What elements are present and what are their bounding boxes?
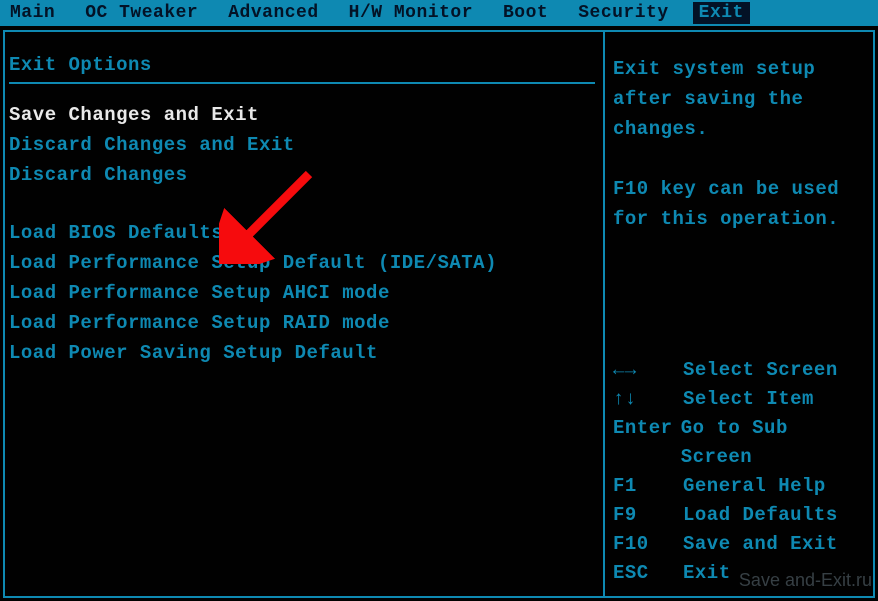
key-f10: F10 Save and Exit [613,530,865,559]
tab-exit[interactable]: Exit [693,2,750,24]
help-text-line: changes. [613,114,865,144]
tab-security[interactable]: Security [572,2,674,24]
menu-discard-changes[interactable]: Discard Changes [9,160,595,190]
help-text-line: F10 key can be used [613,174,865,204]
key-f1: F1 General Help [613,472,865,501]
key-select-screen: ←→ Select Screen [613,356,865,385]
help-text-line [613,144,865,174]
key-label: F10 [613,530,683,559]
help-text-line: Exit system setup [613,54,865,84]
exit-options-pane: Exit Options Save Changes and Exit Disca… [5,32,603,596]
key-desc: General Help [683,472,826,501]
key-enter: Enter Go to Sub Screen [613,414,865,472]
key-desc: Go to Sub Screen [681,414,865,472]
tab-oc-tweaker[interactable]: OC Tweaker [79,2,204,24]
key-desc: Load Defaults [683,501,838,530]
key-help: ←→ Select Screen ↑↓ Select Item Enter Go… [613,350,865,588]
tab-boot[interactable]: Boot [497,2,554,24]
section-title: Exit Options [9,54,595,76]
menu-load-perf-default-ide-sata[interactable]: Load Performance Setup Default (IDE/SATA… [9,248,595,278]
menu-load-perf-raid[interactable]: Load Performance Setup RAID mode [9,308,595,338]
spacer [9,190,595,218]
tab-hw-monitor[interactable]: H/W Monitor [343,2,479,24]
key-label: F1 [613,472,683,501]
menu-load-perf-ahci[interactable]: Load Performance Setup AHCI mode [9,278,595,308]
tab-advanced[interactable]: Advanced [222,2,324,24]
menu-load-power-saving[interactable]: Load Power Saving Setup Default [9,338,595,368]
help-pane: Exit system setup after saving the chang… [603,32,873,596]
divider [9,82,595,84]
menu-discard-changes-exit[interactable]: Discard Changes and Exit [9,130,595,160]
key-label: Enter [613,414,681,472]
key-label: ESC [613,559,683,588]
help-text-line: after saving the [613,84,865,114]
key-desc: Select Screen [683,356,838,385]
key-desc: Select Item [683,385,814,414]
help-text-line: for this operation. [613,204,865,234]
key-esc: ESC Exit [613,559,865,588]
key-f9: F9 Load Defaults [613,501,865,530]
menu-load-bios-defaults[interactable]: Load BIOS Defaults [9,218,595,248]
tab-main[interactable]: Main [4,2,61,24]
tab-bar: Main OC Tweaker Advanced H/W Monitor Boo… [0,0,878,26]
key-label: ←→ [613,356,683,385]
menu-save-changes-exit[interactable]: Save Changes and Exit [9,100,595,130]
key-label: ↑↓ [613,385,683,414]
key-desc: Exit [683,559,731,588]
bios-frame: Exit Options Save Changes and Exit Disca… [3,30,875,598]
key-label: F9 [613,501,683,530]
key-select-item: ↑↓ Select Item [613,385,865,414]
key-desc: Save and Exit [683,530,838,559]
